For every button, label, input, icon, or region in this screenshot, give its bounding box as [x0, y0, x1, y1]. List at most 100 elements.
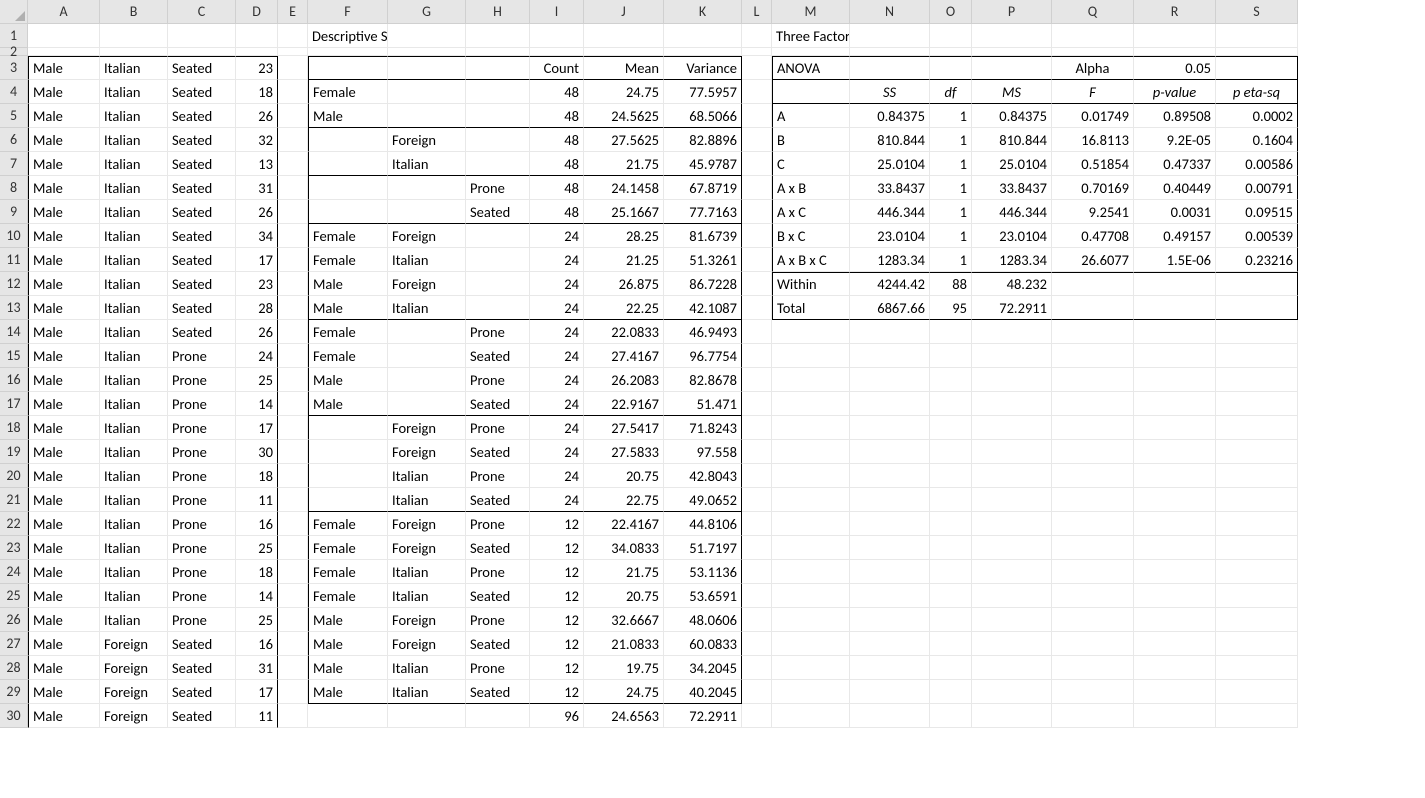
cell-H28[interactable]: Prone: [466, 656, 530, 680]
cell-Q30[interactable]: [1052, 704, 1134, 728]
cell-A5[interactable]: Male: [28, 104, 100, 128]
cell-D7[interactable]: 13: [236, 152, 278, 176]
row-header-10[interactable]: 10: [0, 224, 28, 248]
cell-D5[interactable]: 26: [236, 104, 278, 128]
cell-C11[interactable]: Seated: [168, 248, 236, 272]
cell-N11[interactable]: 1283.34: [850, 248, 930, 272]
col-header-L[interactable]: L: [742, 0, 772, 24]
cell-C17[interactable]: Prone: [168, 392, 236, 416]
cell-G3[interactable]: [388, 56, 466, 80]
cell-R23[interactable]: [1134, 536, 1216, 560]
cell-J8[interactable]: 24.1458: [584, 176, 664, 200]
cell-S7[interactable]: 0.00586: [1216, 152, 1298, 176]
cell-H12[interactable]: [466, 272, 530, 296]
cell-S20[interactable]: [1216, 464, 1298, 488]
cell-E4[interactable]: [278, 80, 308, 104]
row-header-21[interactable]: 21: [0, 488, 28, 512]
cell-R6[interactable]: 9.2E-05: [1134, 128, 1216, 152]
cell-S4[interactable]: p eta-sq: [1216, 80, 1298, 104]
cell-E7[interactable]: [278, 152, 308, 176]
cell-R3[interactable]: 0.05: [1134, 56, 1216, 80]
cell-D19[interactable]: 30: [236, 440, 278, 464]
cell-M15[interactable]: [772, 344, 850, 368]
cell-R20[interactable]: [1134, 464, 1216, 488]
cell-L6[interactable]: [742, 128, 772, 152]
col-header-J[interactable]: J: [584, 0, 664, 24]
cell-E30[interactable]: [278, 704, 308, 728]
cell-B26[interactable]: Italian: [100, 608, 168, 632]
cell-R17[interactable]: [1134, 392, 1216, 416]
cell-L14[interactable]: [742, 320, 772, 344]
cell-N21[interactable]: [850, 488, 930, 512]
cell-D27[interactable]: 16: [236, 632, 278, 656]
cell-Q29[interactable]: [1052, 680, 1134, 704]
cell-R14[interactable]: [1134, 320, 1216, 344]
cell-H9[interactable]: Seated: [466, 200, 530, 224]
cell-D23[interactable]: 25: [236, 536, 278, 560]
cell-S5[interactable]: 0.0002: [1216, 104, 1298, 128]
cell-G14[interactable]: [388, 320, 466, 344]
cell-E8[interactable]: [278, 176, 308, 200]
cell-B15[interactable]: Italian: [100, 344, 168, 368]
cell-P6[interactable]: 810.844: [972, 128, 1052, 152]
row-header-16[interactable]: 16: [0, 368, 28, 392]
cell-G1[interactable]: [388, 24, 466, 48]
cell-D14[interactable]: 26: [236, 320, 278, 344]
row-header-19[interactable]: 19: [0, 440, 28, 464]
cell-G11[interactable]: Italian: [388, 248, 466, 272]
cell-M11[interactable]: A x B x C: [772, 248, 850, 272]
cell-J3[interactable]: Mean: [584, 56, 664, 80]
cell-J29[interactable]: 24.75: [584, 680, 664, 704]
cell-Q2[interactable]: [1052, 48, 1134, 56]
cell-M30[interactable]: [772, 704, 850, 728]
cell-S11[interactable]: 0.23216: [1216, 248, 1298, 272]
cell-J18[interactable]: 27.5417: [584, 416, 664, 440]
cell-H17[interactable]: Seated: [466, 392, 530, 416]
cell-K27[interactable]: 60.0833: [664, 632, 742, 656]
cell-H1[interactable]: [466, 24, 530, 48]
cell-S9[interactable]: 0.09515: [1216, 200, 1298, 224]
cell-K22[interactable]: 44.8106: [664, 512, 742, 536]
cell-G19[interactable]: Foreign: [388, 440, 466, 464]
cell-N13[interactable]: 6867.66: [850, 296, 930, 320]
cell-M7[interactable]: C: [772, 152, 850, 176]
cell-J24[interactable]: 21.75: [584, 560, 664, 584]
spreadsheet-grid[interactable]: ABCDEFGHIJKLMNOPQRS1Descriptive Statisti…: [0, 0, 1425, 728]
cell-O24[interactable]: [930, 560, 972, 584]
cell-C28[interactable]: Seated: [168, 656, 236, 680]
cell-F11[interactable]: Female: [308, 248, 388, 272]
cell-H8[interactable]: Prone: [466, 176, 530, 200]
row-header-8[interactable]: 8: [0, 176, 28, 200]
row-header-30[interactable]: 30: [0, 704, 28, 728]
cell-L22[interactable]: [742, 512, 772, 536]
cell-F23[interactable]: Female: [308, 536, 388, 560]
cell-H7[interactable]: [466, 152, 530, 176]
cell-Q23[interactable]: [1052, 536, 1134, 560]
cell-F17[interactable]: Male: [308, 392, 388, 416]
cell-K17[interactable]: 51.471: [664, 392, 742, 416]
cell-D3[interactable]: 23: [236, 56, 278, 80]
cell-M10[interactable]: B x C: [772, 224, 850, 248]
cell-B23[interactable]: Italian: [100, 536, 168, 560]
cell-C20[interactable]: Prone: [168, 464, 236, 488]
cell-S30[interactable]: [1216, 704, 1298, 728]
cell-E21[interactable]: [278, 488, 308, 512]
cell-F26[interactable]: Male: [308, 608, 388, 632]
cell-L16[interactable]: [742, 368, 772, 392]
cell-S18[interactable]: [1216, 416, 1298, 440]
cell-J1[interactable]: [584, 24, 664, 48]
row-header-27[interactable]: 27: [0, 632, 28, 656]
cell-H10[interactable]: [466, 224, 530, 248]
cell-N10[interactable]: 23.0104: [850, 224, 930, 248]
cell-E15[interactable]: [278, 344, 308, 368]
cell-M18[interactable]: [772, 416, 850, 440]
cell-I29[interactable]: 12: [530, 680, 584, 704]
cell-R4[interactable]: p-value: [1134, 80, 1216, 104]
cell-K24[interactable]: 53.1136: [664, 560, 742, 584]
cell-A8[interactable]: Male: [28, 176, 100, 200]
cell-G15[interactable]: [388, 344, 466, 368]
cell-M22[interactable]: [772, 512, 850, 536]
cell-I9[interactable]: 48: [530, 200, 584, 224]
cell-P3[interactable]: [972, 56, 1052, 80]
row-header-17[interactable]: 17: [0, 392, 28, 416]
